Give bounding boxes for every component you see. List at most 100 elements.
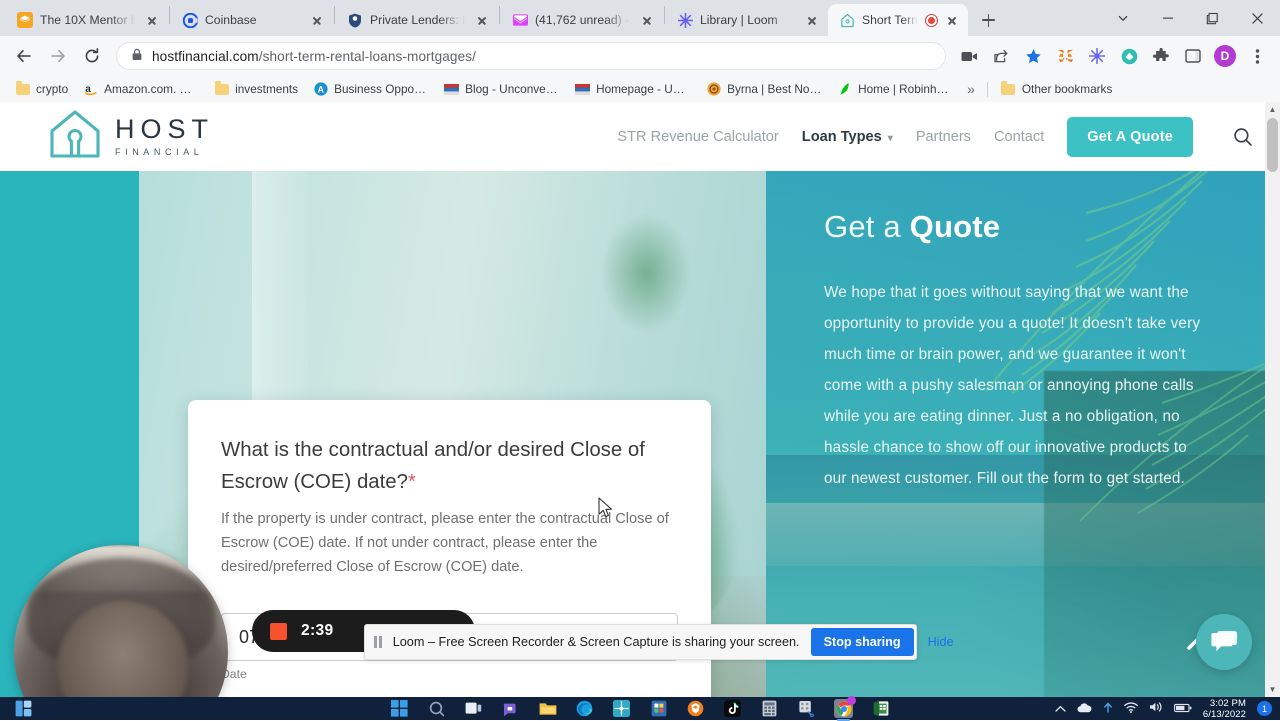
scrollbar-up-arrow[interactable]: ▲: [1265, 102, 1280, 117]
bookmark-item[interactable]: a Amazon.com. Spen...: [77, 79, 205, 100]
bookmark-label: Home | Robinhood: [858, 82, 954, 96]
recording-indicator-icon: [926, 14, 937, 26]
nav-item-partners[interactable]: Partners: [916, 129, 971, 145]
hide-button[interactable]: Hide: [925, 635, 957, 649]
bookmark-star-icon[interactable]: [1018, 41, 1048, 71]
taskbar-clock[interactable]: 3:02 PM 6/13/2022: [1203, 698, 1246, 720]
get-a-quote-button[interactable]: Get A Quote: [1067, 116, 1193, 157]
logo-wordmark: HOST FINANCIAL: [115, 114, 215, 158]
task-view-icon[interactable]: [464, 699, 483, 718]
tiktok-icon[interactable]: [723, 699, 742, 718]
brave-icon[interactable]: [686, 699, 705, 718]
close-window-button[interactable]: [1235, 2, 1280, 34]
blog-icon: [575, 82, 591, 97]
bookmark-item[interactable]: Homepage - Uncon...: [569, 79, 697, 100]
file-explorer-icon[interactable]: [538, 699, 557, 718]
site-nav: STR Revenue Calculator Loan Types ▾ Partn…: [617, 116, 1256, 157]
share-message: Loom – Free Screen Recorder & Screen Cap…: [392, 635, 800, 649]
chrome-menu-icon[interactable]: [1242, 41, 1272, 71]
minimize-button[interactable]: [1145, 2, 1190, 34]
bookmark-item[interactable]: A Business Opportuni...: [307, 79, 435, 100]
notification-badge[interactable]: 1: [1257, 701, 1272, 716]
logo-subword: FINANCIAL: [115, 147, 204, 157]
snipping-tool-icon[interactable]: [797, 699, 816, 718]
side-panel-icon[interactable]: [1178, 41, 1208, 71]
extensions-puzzle-icon[interactable]: [1146, 41, 1176, 71]
browser-tab[interactable]: Library | Loom: [666, 4, 828, 36]
close-icon[interactable]: [309, 12, 325, 28]
bookmark-item[interactable]: investments: [208, 79, 304, 100]
new-tab-button[interactable]: [974, 6, 1002, 34]
update-arrow-icon[interactable]: [1103, 700, 1113, 718]
stop-recording-icon[interactable]: [270, 622, 287, 640]
loom-icon[interactable]: [612, 699, 631, 718]
chrome-icon[interactable]: [834, 696, 856, 721]
bookmark-item[interactable]: Byrna | Best Non Le...: [700, 79, 828, 100]
page-scrollbar[interactable]: ▲ ▼: [1265, 102, 1280, 697]
onedrive-cloud-icon[interactable]: [1077, 700, 1092, 718]
bookmark-item[interactable]: Home | Robinhood: [831, 79, 959, 100]
recording-timer: 2:39: [301, 622, 334, 639]
nav-item-loan-types[interactable]: Loan Types ▾: [802, 129, 893, 145]
loom-extension-icon[interactable]: [1082, 41, 1112, 71]
browser-tab[interactable]: The 10X Mentor by: [6, 4, 168, 36]
taskbar-apps: [390, 696, 890, 721]
browser-tab[interactable]: (41,762 unread) - d: [501, 4, 663, 36]
form-question-title: What is the contractual and/or desired C…: [221, 439, 645, 493]
battery-icon[interactable]: [1173, 700, 1192, 718]
close-icon[interactable]: [474, 12, 490, 28]
stop-sharing-button[interactable]: Stop sharing: [810, 628, 914, 656]
search-icon[interactable]: [427, 699, 446, 718]
extension-circle-icon[interactable]: [1114, 41, 1144, 71]
pause-icon[interactable]: [374, 636, 382, 648]
share-icon[interactable]: [986, 41, 1016, 71]
browser-tab-active[interactable]: Short Term Ren: [828, 4, 968, 36]
microsoft-store-icon[interactable]: [649, 699, 668, 718]
nav-item-contact[interactable]: Contact: [994, 129, 1044, 145]
edge-icon[interactable]: [575, 699, 594, 718]
widgets-icon[interactable]: [14, 699, 33, 718]
window-controls: [1100, 0, 1280, 36]
bookmark-item[interactable]: Blog - Unconventio...: [438, 79, 566, 100]
start-icon[interactable]: [390, 699, 409, 718]
back-button[interactable]: [8, 40, 40, 72]
tab-strip: The 10X Mentor by Coinbase Private Lende…: [0, 0, 1280, 36]
address-bar[interactable]: hostfinancial.com/short-term-rental-loan…: [116, 42, 946, 70]
screen-share-camera-icon[interactable]: [954, 41, 984, 71]
close-icon[interactable]: [804, 12, 820, 28]
scrollbar-thumb[interactable]: [1267, 118, 1278, 172]
profile-avatar[interactable]: D: [1210, 41, 1240, 71]
bookmark-item[interactable]: crypto: [9, 79, 74, 100]
quote-panel: Get a Quote We hope that it goes without…: [824, 209, 1204, 494]
close-icon[interactable]: [144, 12, 160, 28]
logo-word: HOST: [115, 114, 215, 144]
chevron-down-icon: ▾: [887, 132, 893, 144]
wifi-icon[interactable]: [1123, 700, 1138, 718]
webcam-overlay[interactable]: [14, 545, 228, 697]
close-icon[interactable]: [639, 12, 655, 28]
metamask-fox-icon[interactable]: [1050, 41, 1080, 71]
tab-title: (41,762 unread) - d: [535, 13, 632, 27]
close-icon[interactable]: [944, 12, 960, 28]
excel-icon[interactable]: [871, 699, 890, 718]
search-icon[interactable]: [1230, 124, 1256, 150]
teams-icon[interactable]: [501, 699, 520, 718]
host-house-icon: [839, 12, 855, 28]
tab-search-chevron-icon[interactable]: [1100, 2, 1145, 34]
browser-tab[interactable]: Private Lenders: Ho: [336, 4, 498, 36]
taskbar-widgets[interactable]: [14, 699, 33, 718]
volume-icon[interactable]: [1149, 700, 1163, 718]
browser-tab[interactable]: Coinbase: [171, 4, 333, 36]
reload-button[interactable]: [76, 40, 108, 72]
forward-button[interactable]: [42, 40, 74, 72]
other-bookmarks-folder[interactable]: Other bookmarks: [995, 79, 1118, 100]
site-logo[interactable]: HOST FINANCIAL: [48, 108, 214, 165]
calculator-icon[interactable]: [760, 699, 779, 718]
maximize-button[interactable]: [1190, 2, 1235, 34]
nav-item-str-revenue-calculator[interactable]: STR Revenue Calculator: [617, 129, 778, 145]
tray-chevron-up-icon[interactable]: [1055, 700, 1066, 718]
chat-widget-button[interactable]: [1196, 614, 1252, 670]
mouse-cursor: [598, 497, 612, 518]
scrollbar-down-arrow[interactable]: ▼: [1265, 682, 1280, 697]
bookmarks-overflow-button[interactable]: »: [962, 81, 980, 97]
